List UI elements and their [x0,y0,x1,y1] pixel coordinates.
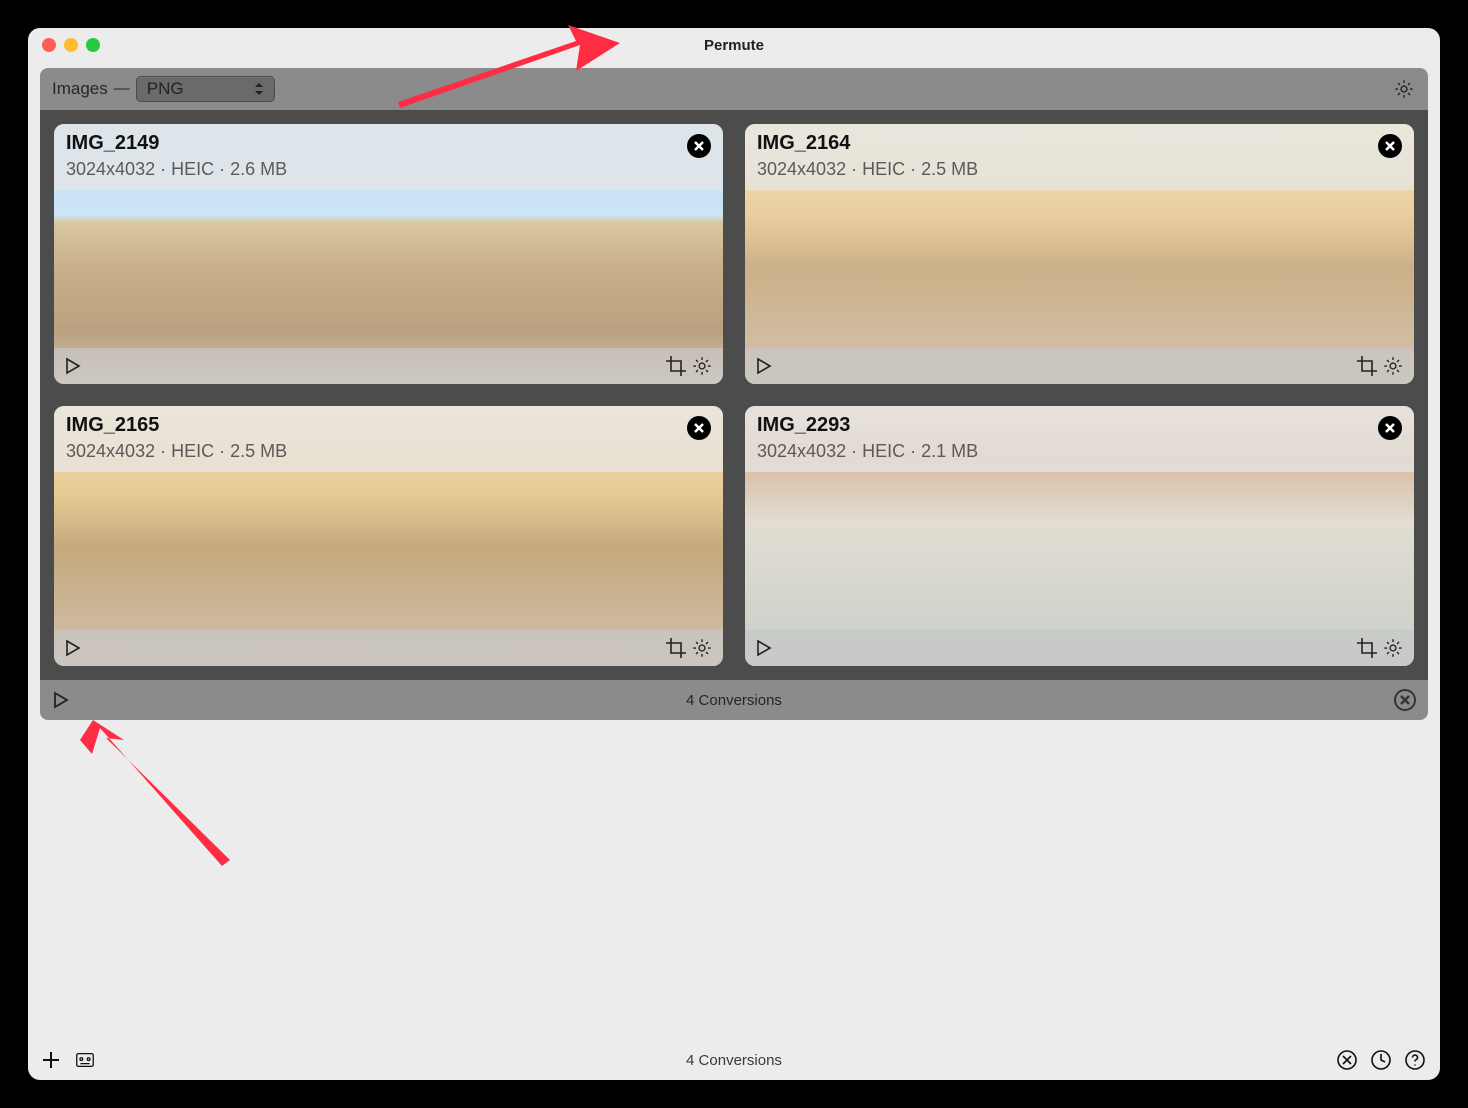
traffic-lights [42,38,100,52]
file-settings-button[interactable] [1382,355,1404,377]
cancel-all-button[interactable] [1394,689,1416,711]
gear-icon [1393,78,1415,100]
play-icon [64,357,82,375]
maximize-window-button[interactable] [86,38,100,52]
cancel-circle-icon [1336,1049,1358,1071]
play-icon [755,639,773,657]
convert-file-button[interactable] [64,357,82,375]
file-info: 3024x4032 · HEIC · 2.5 MB [66,441,687,462]
crop-button[interactable] [665,637,687,659]
format-dropdown[interactable]: PNG [136,76,275,102]
remove-file-button[interactable] [1378,416,1402,440]
gear-icon [1382,637,1404,659]
file-name: IMG_2165 [66,414,687,437]
convert-file-button[interactable] [755,357,773,375]
crop-icon [665,637,687,659]
panel-status-text: 4 Conversions [40,692,1428,709]
card-header: IMG_2165 3024x4032 · HEIC · 2.5 MB [54,406,723,472]
panel-footer: 4 Conversions [40,680,1428,720]
crop-button[interactable] [1356,637,1378,659]
close-icon [694,423,704,433]
gear-icon [691,355,713,377]
gear-icon [1382,355,1404,377]
file-name: IMG_2149 [66,132,687,155]
remove-file-button[interactable] [687,134,711,158]
cancel-button[interactable] [1336,1049,1358,1071]
bottom-bar: 4 Conversions [28,1040,1440,1080]
card-footer [54,348,723,384]
crop-button[interactable] [1356,355,1378,377]
separator-dash: — [114,80,130,98]
convert-file-button[interactable] [755,639,773,657]
remove-file-button[interactable] [1378,134,1402,158]
close-window-button[interactable] [42,38,56,52]
file-card[interactable]: IMG_2149 3024x4032 · HEIC · 2.6 MB [54,124,723,384]
crop-icon [1356,637,1378,659]
close-icon [1400,695,1410,705]
file-settings-button[interactable] [1382,637,1404,659]
card-header: IMG_2293 3024x4032 · HEIC · 2.1 MB [745,406,1414,472]
help-icon [1404,1049,1426,1071]
close-icon [1385,423,1395,433]
gear-icon [691,637,713,659]
play-icon [52,691,70,709]
file-settings-button[interactable] [691,637,713,659]
start-all-button[interactable] [52,691,70,709]
app-window: Permute Images — PNG IMG_2149 3024x4032 … [28,28,1440,1080]
file-info: 3024x4032 · HEIC · 2.1 MB [757,441,1378,462]
file-info: 3024x4032 · HEIC · 2.5 MB [757,159,1378,180]
file-card[interactable]: IMG_2165 3024x4032 · HEIC · 2.5 MB [54,406,723,666]
card-header: IMG_2149 3024x4032 · HEIC · 2.6 MB [54,124,723,190]
play-icon [755,357,773,375]
crop-icon [665,355,687,377]
card-footer [745,630,1414,666]
format-selected-value: PNG [147,79,184,99]
media-type-label: Images [52,79,108,99]
robot-icon [74,1050,96,1070]
titlebar: Permute [28,28,1440,62]
card-footer [54,630,723,666]
panel-header: Images — PNG [40,68,1428,110]
convert-file-button[interactable] [64,639,82,657]
file-card[interactable]: IMG_2164 3024x4032 · HEIC · 2.5 MB [745,124,1414,384]
presets-button[interactable] [74,1050,96,1070]
minimize-window-button[interactable] [64,38,78,52]
card-header: IMG_2164 3024x4032 · HEIC · 2.5 MB [745,124,1414,190]
remove-file-button[interactable] [687,416,711,440]
help-button[interactable] [1404,1049,1426,1071]
file-name: IMG_2164 [757,132,1378,155]
close-icon [694,141,704,151]
panel-settings-button[interactable] [1392,77,1416,101]
plus-icon [42,1051,60,1069]
add-button[interactable] [42,1051,60,1069]
close-icon [1385,141,1395,151]
conversion-panel: Images — PNG IMG_2149 3024x4032 · HEIC ·… [40,68,1428,720]
card-footer [745,348,1414,384]
crop-button[interactable] [665,355,687,377]
file-name: IMG_2293 [757,414,1378,437]
crop-icon [1356,355,1378,377]
file-info: 3024x4032 · HEIC · 2.6 MB [66,159,687,180]
bottom-status-text: 4 Conversions [28,1052,1440,1069]
chevron-updown-icon [254,82,264,96]
window-title: Permute [28,37,1440,54]
clock-icon [1370,1049,1392,1071]
file-card[interactable]: IMG_2293 3024x4032 · HEIC · 2.1 MB [745,406,1414,666]
history-button[interactable] [1370,1049,1392,1071]
file-grid: IMG_2149 3024x4032 · HEIC · 2.6 MB IMG_2… [40,110,1428,680]
file-settings-button[interactable] [691,355,713,377]
play-icon [64,639,82,657]
